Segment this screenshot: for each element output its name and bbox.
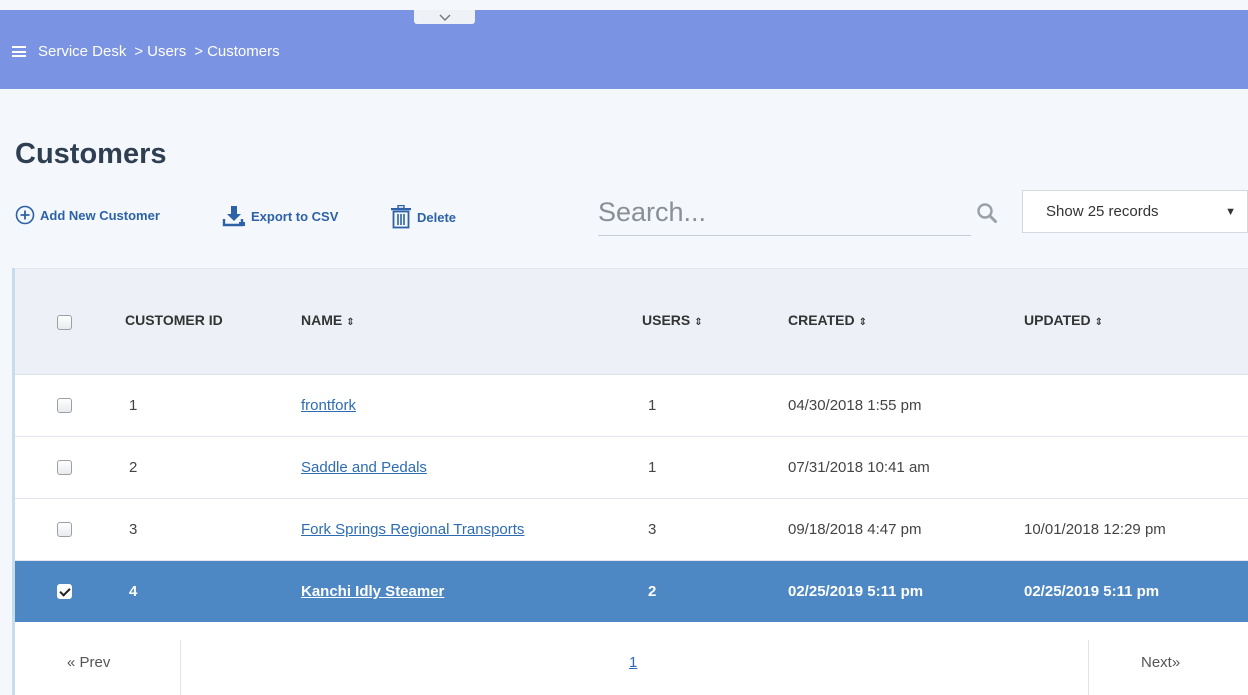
menu-icon[interactable] — [12, 46, 26, 57]
customer-created: 07/31/2018 10:41 am — [788, 459, 930, 476]
plus-circle-icon — [15, 205, 35, 225]
select-all-checkbox[interactable] — [57, 315, 72, 330]
column-customer-id: CUSTOMER ID — [125, 312, 223, 328]
customer-name-link[interactable]: Fork Springs Regional Transports — [301, 521, 524, 538]
chevron-down-icon — [439, 14, 450, 21]
row-checkbox[interactable] — [57, 522, 72, 537]
breadcrumb: Service Desk > Users > Customers — [12, 43, 280, 60]
records-per-page-select[interactable]: Show 25 records ▼ — [1022, 190, 1248, 233]
breadcrumb-separator: > — [134, 43, 144, 60]
table-row[interactable]: 1 frontfork 1 04/30/2018 1:55 pm — [15, 375, 1248, 437]
page-number-1[interactable]: 1 — [629, 654, 637, 671]
prev-page-button[interactable]: « Prev — [67, 654, 110, 671]
header-bar: Service Desk > Users > Customers — [0, 10, 1248, 89]
collapse-header-toggle[interactable] — [414, 10, 475, 24]
page-title: Customers — [15, 138, 167, 170]
delete-button[interactable]: Delete — [390, 205, 456, 229]
customer-created: 04/30/2018 1:55 pm — [788, 397, 922, 414]
table-header: CUSTOMER ID NAME ⇕ USERS ⇕ CREATED ⇕ UPDATE… — [15, 268, 1248, 375]
customer-name-link[interactable]: Saddle and Pedals — [301, 459, 427, 476]
breadcrumb-separator: > — [194, 43, 204, 60]
table-row-selected[interactable]: 4 Kanchi Idly Steamer 2 02/25/2019 5:11 … — [15, 561, 1248, 623]
customer-created: 09/18/2018 4:47 pm — [788, 521, 922, 538]
breadcrumb-users[interactable]: Users — [147, 43, 186, 60]
customer-id: 2 — [129, 459, 138, 476]
column-users[interactable]: USERS ⇕ — [642, 312, 703, 328]
delete-label: Delete — [417, 209, 457, 225]
customer-updated: 02/25/2019 5:11 pm — [1024, 583, 1160, 600]
breadcrumb-service-desk[interactable]: Service Desk — [38, 43, 126, 60]
row-checkbox[interactable] — [57, 460, 72, 475]
customer-users: 1 — [648, 397, 657, 414]
divider — [1088, 640, 1089, 695]
customer-id: 1 — [129, 397, 138, 414]
search-icon[interactable] — [976, 202, 998, 224]
add-new-customer-label: Add New Customer — [40, 207, 160, 223]
pagination: « Prev 1 Next» — [12, 622, 1248, 695]
customer-users: 1 — [648, 459, 657, 476]
customer-users: 2 — [648, 583, 657, 600]
divider — [180, 640, 181, 695]
customer-name-link[interactable]: frontfork — [301, 397, 356, 414]
search-field — [598, 190, 971, 236]
customer-created: 02/25/2019 5:11 pm — [788, 583, 924, 600]
customers-table: CUSTOMER ID NAME ⇕ USERS ⇕ CREATED ⇕ UPDATE… — [12, 268, 1248, 623]
search-input[interactable] — [598, 190, 938, 234]
caret-down-icon: ▼ — [1225, 206, 1236, 218]
export-csv-label: Export to CSV — [251, 208, 339, 224]
customer-users: 3 — [648, 521, 657, 538]
add-new-customer-button[interactable]: Add New Customer — [15, 205, 160, 225]
sort-icon: ⇕ — [1094, 317, 1104, 328]
column-updated[interactable]: UPDATED ⇕ — [1024, 312, 1103, 328]
sort-icon: ⇕ — [694, 317, 703, 328]
customer-updated: 10/01/2018 12:29 pm — [1024, 521, 1166, 538]
download-icon — [222, 206, 245, 227]
customer-id: 3 — [129, 521, 138, 538]
records-per-page-value: Show 25 records — [1046, 203, 1159, 220]
row-checkbox[interactable] — [57, 398, 72, 413]
next-page-button[interactable]: Next» — [1141, 654, 1180, 671]
column-created-label: CREATED — [788, 312, 855, 328]
row-checkbox-checked[interactable] — [57, 584, 72, 599]
column-created[interactable]: CREATED ⇕ — [788, 312, 867, 328]
column-users-label: USERS — [642, 312, 691, 328]
trash-icon — [391, 205, 411, 229]
table-row[interactable]: 3 Fork Springs Regional Transports 3 09/… — [15, 499, 1248, 561]
column-name[interactable]: NAME ⇕ — [301, 312, 355, 328]
column-name-label: NAME — [301, 312, 343, 328]
customer-id: 4 — [129, 583, 138, 600]
sort-icon: ⇕ — [346, 317, 355, 328]
column-updated-label: UPDATED — [1024, 312, 1091, 328]
table-row[interactable]: 2 Saddle and Pedals 1 07/31/2018 10:41 a… — [15, 437, 1248, 499]
export-csv-button[interactable]: Export to CSV — [222, 205, 338, 227]
customer-name-link[interactable]: Kanchi Idly Steamer — [301, 583, 444, 600]
breadcrumb-customers: Customers — [207, 43, 280, 60]
sort-icon: ⇕ — [858, 317, 868, 328]
